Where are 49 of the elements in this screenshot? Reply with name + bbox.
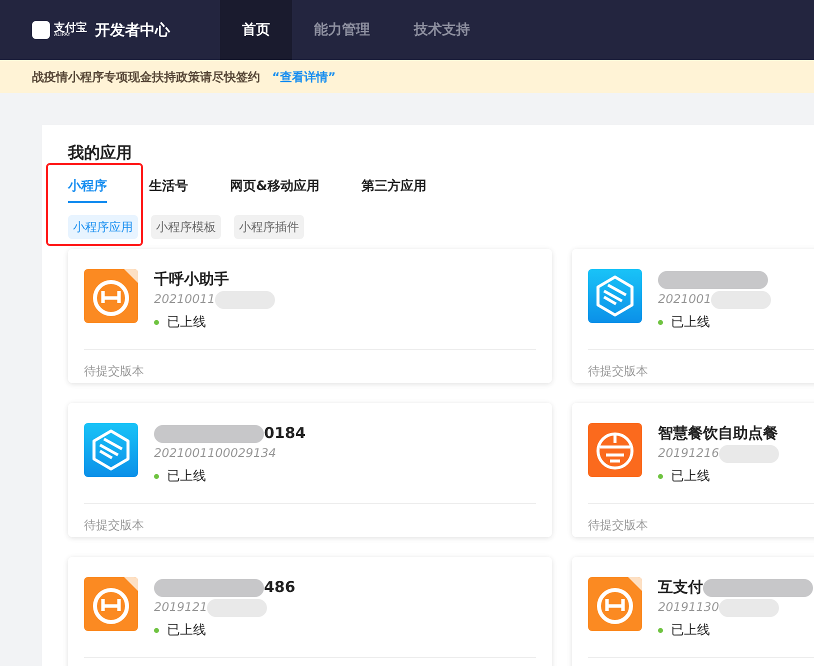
nav-tab[interactable]: 首页: [220, 0, 292, 60]
logo-text: 支付宝: [54, 22, 87, 33]
app-name: 千呼小助手: [154, 269, 229, 289]
app-name: 486: [264, 577, 296, 597]
hexagon-app-icon: [588, 269, 642, 323]
nav-tab[interactable]: 能力管理: [292, 0, 392, 60]
app-id: 20210011: [154, 291, 216, 308]
version-status: 待提交版本: [588, 518, 648, 532]
logo-icon: [32, 21, 50, 39]
blurred-redaction: [719, 598, 780, 617]
blurred-redaction: [207, 598, 268, 617]
hexagon-app-icon: [84, 423, 138, 477]
version-status: 待提交版本: [588, 364, 648, 378]
app-card[interactable]: 0184 2021001100029134 已上线 待提交版本: [68, 403, 552, 537]
circle-logo-app-icon: [84, 269, 138, 323]
bowl-app-icon: [588, 423, 642, 477]
app-card[interactable]: 智慧餐饮自助点餐 20191216 已上线 待提交版本: [572, 403, 814, 537]
app-id: 2021001: [658, 291, 712, 308]
site-title: 开发者中心: [95, 20, 170, 41]
section-title: 我的应用: [68, 142, 133, 164]
circle-logo-app-icon: [84, 577, 138, 631]
blurred-redaction: [711, 290, 772, 309]
app-card[interactable]: 486 2019121 已上线: [68, 557, 552, 666]
app-id: 2021001100029134: [154, 445, 276, 462]
status-text: 已上线: [167, 468, 206, 486]
app-card[interactable]: 互支付 20191130 已上线: [572, 557, 814, 666]
app-card[interactable]: 千呼小助手 20210011 已上线 待提交版本: [68, 249, 552, 383]
notice-text: 战疫情小程序专项现金扶持政策请尽快签约: [32, 68, 260, 86]
app-id: 20191216: [658, 445, 720, 462]
app-name: 智慧餐饮自助点餐: [658, 423, 778, 443]
status-text: 已上线: [671, 622, 710, 640]
status-text: 已上线: [167, 314, 206, 332]
status-text: 已上线: [671, 468, 710, 486]
category-tab[interactable]: 生活号: [149, 177, 188, 203]
version-status: 待提交版本: [84, 364, 144, 378]
circle-logo-app-icon: [588, 577, 642, 631]
category-tab[interactable]: 网页&移动应用: [230, 177, 320, 203]
app-name: 0184: [264, 423, 306, 443]
version-status: 待提交版本: [84, 518, 144, 532]
status-text: 已上线: [671, 314, 710, 332]
category-tab[interactable]: 第三方应用: [361, 177, 426, 203]
app-id: 20191130: [658, 599, 720, 616]
app-id: 2019121: [154, 599, 208, 616]
app-name: 互支付: [658, 577, 703, 597]
app-card[interactable]: 2021001 已上线 待提交版本: [572, 249, 814, 383]
status-text: 已上线: [167, 622, 206, 640]
nav-tab[interactable]: 技术支持: [392, 0, 492, 60]
subcategory-tab[interactable]: 小程序模板: [151, 215, 221, 239]
subcategory-tab[interactable]: 小程序插件: [234, 215, 304, 239]
